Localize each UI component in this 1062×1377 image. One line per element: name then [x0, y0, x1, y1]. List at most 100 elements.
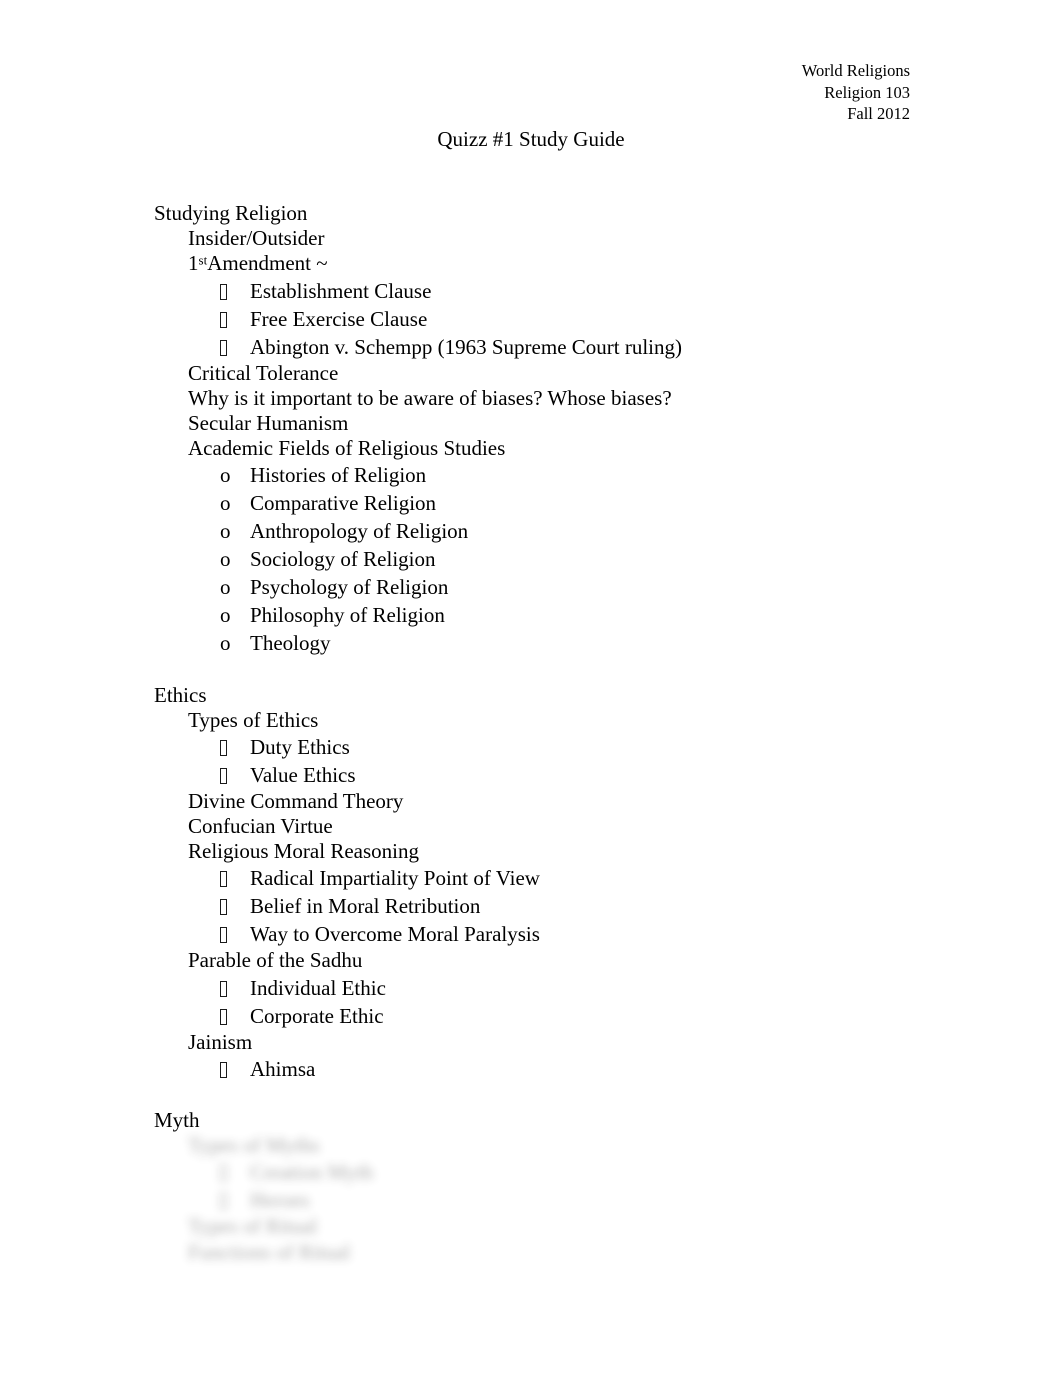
- outline-item-label: Ahimsa: [250, 1056, 316, 1081]
- outline-item-label: Heroes: [250, 1188, 310, 1213]
- document-page: World Religions Religion 103 Fall 2012 Q…: [0, 0, 1062, 1377]
- bullet-missing-glyph-icon: [220, 761, 250, 789]
- outline-item: 1stAmendment ~: [188, 251, 974, 276]
- bullet-missing-glyph-icon: [220, 333, 250, 361]
- document-header: World Religions Religion 103 Fall 2012: [802, 60, 910, 125]
- outline-bullet-item: Creation Myth: [220, 1158, 974, 1186]
- missing-glyph-box-icon: [220, 767, 227, 784]
- outline-item-label: Establishment Clause: [250, 278, 432, 303]
- section-items-obscured: Types of Myths Creation Myth Heroes Types o…: [154, 1133, 974, 1265]
- outline-item-label: Sociology of Religion: [250, 547, 436, 572]
- outline-item-label: 1: [188, 251, 199, 276]
- outline-item: Religious Moral Reasoning: [188, 839, 419, 864]
- bullet-o-glyph: o: [220, 547, 231, 572]
- outline-bullet-item: Free Exercise Clause: [220, 305, 974, 333]
- bullet-missing-glyph-icon: [220, 1186, 250, 1214]
- outline-bullet-item: Establishment Clause: [220, 277, 974, 305]
- missing-glyph-box-icon: [220, 899, 227, 916]
- bullet-missing-glyph-icon: [220, 733, 250, 761]
- course-code: Religion 103: [824, 82, 910, 102]
- section-heading: Ethics: [154, 682, 207, 707]
- outline-item: Functions of Ritual: [188, 1239, 351, 1264]
- bullet-o-icon: o: [220, 601, 250, 629]
- outline-bullet-item: Radical Impartiality Point of View: [220, 864, 974, 892]
- study-guide-outline: Studying Religion Insider/Outsider 1stAmen…: [154, 201, 974, 1265]
- outline-item: Insider/Outsider: [188, 226, 325, 251]
- outline-bullet-item: Belief in Moral Retribution: [220, 892, 974, 920]
- outline-section-ethics: Ethics Types of Ethics Duty Ethics Value Et…: [154, 683, 974, 1083]
- outline-bullet-item: Ahimsa: [220, 1055, 974, 1083]
- missing-glyph-box-icon: [220, 283, 227, 300]
- outline-item-label: Belief in Moral Retribution: [250, 894, 481, 919]
- outline-item-label: Theology: [250, 631, 331, 656]
- outline-item-label: Abington v. Schempp (1963 Supreme Court …: [250, 334, 683, 359]
- bullet-missing-glyph-icon: [220, 277, 250, 305]
- bullet-o-icon: o: [220, 629, 250, 657]
- missing-glyph-box-icon: [220, 980, 227, 997]
- outline-bullet-item: Value Ethics: [220, 761, 974, 789]
- outline-item: Divine Command Theory: [188, 788, 404, 813]
- section-heading: Myth: [154, 1108, 200, 1132]
- bullet-missing-glyph-icon: [220, 974, 250, 1002]
- course-name: World Religions: [801, 61, 910, 80]
- bullet-o-glyph: o: [220, 631, 231, 656]
- bullet-missing-glyph-icon: [220, 1002, 250, 1030]
- outline-bullet-item: o Psychology of Religion: [220, 573, 974, 601]
- missing-glyph-box-icon: [220, 927, 227, 944]
- outline-item: Jainism: [188, 1029, 253, 1054]
- missing-glyph-box-icon: [220, 739, 227, 756]
- bullet-o-glyph: o: [220, 603, 231, 628]
- outline-item-label: Philosophy of Religion: [250, 603, 445, 628]
- outline-item-label: Way to Overcome Moral Paralysis: [250, 922, 540, 947]
- outline-item-label-rest: Amendment ~: [207, 251, 328, 276]
- outline-item: Types of Myths: [188, 1133, 320, 1158]
- bullet-missing-glyph-icon: [220, 920, 250, 948]
- outline-bullet-item: o Theology: [220, 629, 974, 657]
- outline-bullet-item: Abington v. Schempp (1963 Supreme Court …: [220, 333, 974, 361]
- outline-section-myth: Myth Types of Myths Creation Myth Heroes Typ…: [154, 1108, 974, 1265]
- outline-bullet-item: o Philosophy of Religion: [220, 601, 974, 629]
- outline-item-label: Individual Ethic: [250, 975, 386, 1000]
- bullet-o-icon: o: [220, 545, 250, 573]
- outline-bullet-item: o Histories of Religion: [220, 461, 974, 489]
- outline-item: Types of Ethics: [188, 707, 319, 732]
- ordinal-suffix: st: [198, 252, 208, 268]
- bullet-missing-glyph-icon: [220, 864, 250, 892]
- bullet-o-icon: o: [220, 489, 250, 517]
- bullet-o-glyph: o: [220, 463, 231, 488]
- outline-bullet-item: o Sociology of Religion: [220, 545, 974, 573]
- outline-item-label: Free Exercise Clause: [250, 306, 428, 331]
- section-items: Insider/Outsider 1stAmendment ~ Establishm…: [154, 226, 974, 657]
- outline-item-label: Comparative Religion: [250, 491, 437, 516]
- bullet-o-icon: o: [220, 461, 250, 489]
- outline-item-label: Histories of Religion: [250, 463, 427, 488]
- bullet-o-icon: o: [220, 517, 250, 545]
- outline-item: Parable of the Sadhu: [188, 948, 363, 973]
- outline-item-label: Corporate Ethic: [250, 1003, 384, 1028]
- outline-item: Confucian Virtue: [188, 814, 333, 839]
- missing-glyph-box-icon: [220, 1165, 227, 1182]
- outline-bullet-item: Way to Overcome Moral Paralysis: [220, 920, 974, 948]
- bullet-missing-glyph-icon: [220, 892, 250, 920]
- outline-item-label: Value Ethics: [250, 762, 356, 787]
- missing-glyph-box-icon: [220, 311, 227, 328]
- outline-item-label: Psychology of Religion: [250, 575, 449, 600]
- missing-glyph-box-icon: [220, 1008, 227, 1025]
- bullet-o-icon: o: [220, 573, 250, 601]
- section-items: Types of Ethics Duty Ethics Value Ethics Di…: [154, 708, 974, 1083]
- outline-bullet-item: Individual Ethic: [220, 974, 974, 1002]
- term: Fall 2012: [847, 104, 910, 123]
- bullet-missing-glyph-icon: [220, 305, 250, 333]
- missing-glyph-box-icon: [220, 871, 227, 888]
- bullet-o-glyph: o: [220, 519, 231, 544]
- bullet-missing-glyph-icon: [220, 1055, 250, 1083]
- outline-item: Secular Humanism: [188, 410, 349, 435]
- outline-item: Types of Ritual: [188, 1214, 318, 1239]
- outline-item-label: Creation Myth: [250, 1160, 374, 1185]
- page-title: Quizz #1 Study Guide: [437, 127, 625, 151]
- outline-bullet-item: Heroes: [220, 1186, 974, 1214]
- bullet-o-glyph: o: [220, 575, 231, 600]
- outline-bullet-item: o Comparative Religion: [220, 489, 974, 517]
- outline-bullet-item: o Anthropology of Religion: [220, 517, 974, 545]
- outline-item: Why is it important to be aware of biase…: [188, 385, 672, 410]
